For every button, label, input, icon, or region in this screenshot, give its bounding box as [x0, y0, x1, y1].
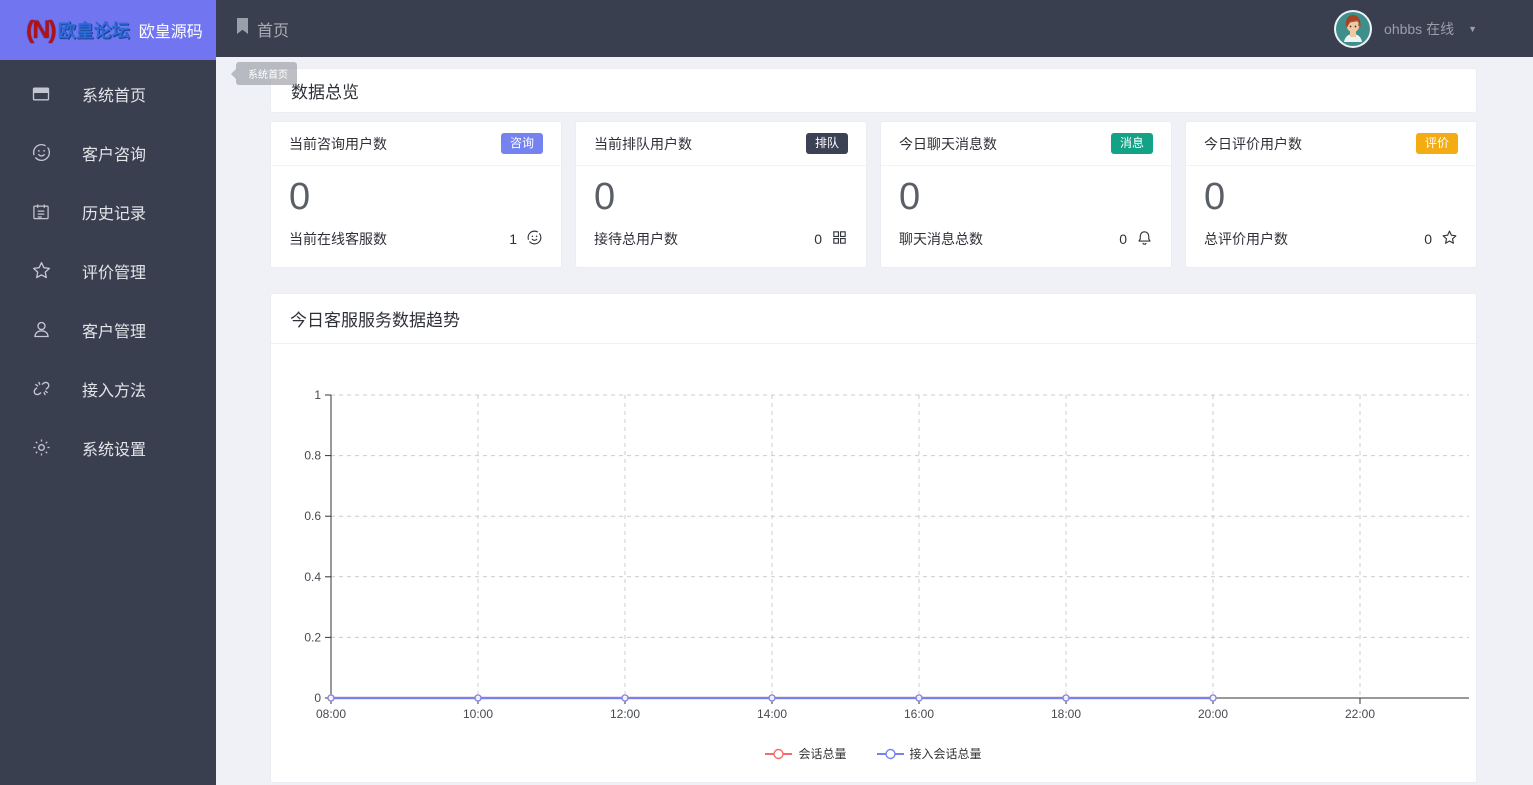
svg-text:0.6: 0.6 — [304, 509, 321, 523]
sidebar-item-label: 客户咨询 — [82, 146, 147, 164]
sidebar-item-settings[interactable]: 系统设置 — [0, 418, 216, 477]
stat-card-ratings: 今日评价用户数 评价 0 总评价用户数 0 — [1185, 121, 1477, 268]
star-icon — [30, 260, 52, 282]
svg-text:1: 1 — [314, 388, 321, 402]
user-name-status: ohbbs 在线 — [1384, 20, 1455, 37]
legend-item[interactable]: 接入会话总量 — [876, 745, 982, 762]
svg-text:0.8: 0.8 — [304, 449, 321, 463]
sidebar-item-label: 评价管理 — [82, 264, 147, 282]
gear-icon — [30, 437, 52, 459]
svg-text:18:00: 18:00 — [1051, 707, 1081, 721]
svg-text:0.4: 0.4 — [304, 570, 321, 584]
sidebar-item-label: 历史记录 — [82, 205, 147, 223]
user-menu[interactable]: ohbbs 在线 ▼ — [1334, 9, 1477, 48]
app-logo[interactable]: (N) 欧皇论坛 欧皇源码 — [0, 0, 216, 60]
stat-value: 0 — [289, 176, 311, 218]
bell-icon — [1136, 229, 1153, 249]
svg-text:0.2: 0.2 — [304, 630, 321, 644]
svg-text:12:00: 12:00 — [610, 707, 640, 721]
stat-card-title: 当前咨询用户数 — [289, 135, 387, 152]
stat-value: 0 — [594, 176, 616, 218]
smiley-icon — [526, 229, 543, 249]
avatar — [1334, 9, 1373, 48]
sidebar-item-label: 系统设置 — [82, 441, 147, 459]
notebook-icon — [30, 201, 52, 223]
svg-text:22:00: 22:00 — [1345, 707, 1375, 721]
sidebar-item-label: 系统首页 — [82, 87, 147, 105]
legend-marker-icon — [876, 748, 904, 759]
nav-home[interactable]: 首页 — [235, 17, 289, 41]
sidebar-item-history[interactable]: 历史记录 — [0, 182, 216, 241]
svg-text:14:00: 14:00 — [757, 707, 787, 721]
chart-title: 今日客服服务数据趋势 — [271, 294, 1476, 344]
svg-text:20:00: 20:00 — [1198, 707, 1228, 721]
bookmark-icon — [235, 17, 250, 40]
page-tab-tag: 系统首页 — [231, 62, 297, 85]
user-icon — [30, 319, 52, 341]
trend-chart: 0 0.2 0.4 0.6 0.8 1 08:00 10:00 12:00 14:00 16:00 1… — [304, 388, 1469, 721]
stat-card-title: 今日评价用户数 — [1204, 135, 1302, 152]
main-content: 系统首页 数据总览 当前咨询用户数 咨询 0 当前在线客服数 1 当前排队用户数… — [216, 57, 1533, 785]
legend-marker-icon — [765, 748, 793, 759]
stat-footer-value: 0 — [814, 230, 822, 247]
stat-card-consulting: 当前咨询用户数 咨询 0 当前在线客服数 1 — [270, 121, 562, 268]
sidebar-item-label: 客户管理 — [82, 323, 147, 341]
svg-text:08:00: 08:00 — [316, 707, 346, 721]
stat-cards: 当前咨询用户数 咨询 0 当前在线客服数 1 当前排队用户数 排队 0 接待总用… — [270, 121, 1477, 268]
overview-header: 数据总览 — [270, 68, 1477, 113]
svg-text:0: 0 — [314, 691, 321, 705]
chevron-down-icon: ▼ — [1468, 23, 1477, 34]
sidebar-item-customers[interactable]: 客户管理 — [0, 300, 216, 359]
stat-badge-2: 消息 — [1110, 132, 1153, 155]
stat-footer-value: 1 — [509, 230, 517, 247]
nav-home-label: 首页 — [257, 22, 290, 40]
sidebar-item-integration[interactable]: 接入方法 — [0, 359, 216, 418]
stat-card-title: 今日聊天消息数 — [899, 135, 997, 152]
top-navbar: 首页 ohbbs 在线 ▼ — [216, 0, 1533, 57]
logo-mark-icon: (N) — [26, 15, 57, 44]
team-icon — [831, 229, 848, 249]
stat-card-title: 当前排队用户数 — [594, 135, 692, 152]
link-icon — [30, 378, 52, 400]
svg-text:10:00: 10:00 — [463, 707, 493, 721]
stat-footer-label: 接待总用户数 — [594, 230, 678, 247]
stat-value: 0 — [1204, 176, 1226, 218]
sidebar-item-ratings[interactable]: 评价管理 — [0, 241, 216, 300]
logo-site-text: 欧皇源码 — [138, 24, 203, 41]
sidebar-item-consult[interactable]: 客户咨询 — [0, 123, 216, 182]
page-title: 数据总览 — [291, 83, 359, 102]
sidebar: 系统首页 客户咨询 历史记录 评价管理 客户管理 接入方法 系统设置 — [0, 60, 216, 785]
svg-text:16:00: 16:00 — [904, 707, 934, 721]
smiley-icon — [30, 142, 52, 164]
logo-forum-text: 欧皇论坛 — [57, 21, 130, 41]
stat-card-queue: 当前排队用户数 排队 0 接待总用户数 0 — [575, 121, 867, 268]
star-icon — [1441, 229, 1458, 249]
sidebar-item-label: 接入方法 — [82, 382, 147, 400]
stat-footer-value: 0 — [1424, 230, 1432, 247]
stat-card-messages: 今日聊天消息数 消息 0 聊天消息总数 0 — [880, 121, 1172, 268]
stat-badge-1: 排队 — [805, 132, 848, 155]
sidebar-item-home[interactable]: 系统首页 — [0, 64, 216, 123]
window-icon — [30, 83, 52, 105]
legend-item[interactable]: 会话总量 — [765, 745, 847, 762]
stat-footer-label: 聊天消息总数 — [899, 230, 983, 247]
stat-badge-3: 评价 — [1415, 132, 1458, 155]
stat-footer-label: 总评价用户数 — [1204, 230, 1288, 247]
stat-value: 0 — [899, 176, 921, 218]
stat-badge-0: 咨询 — [500, 132, 543, 155]
trend-chart-card: 今日客服服务数据趋势 0 0.2 0.4 0.6 0.8 1 08:00 10:00 12:00… — [270, 293, 1477, 783]
chart-legend: 会话总量 接入会话总量 — [271, 745, 1476, 762]
stat-footer-value: 0 — [1119, 230, 1127, 247]
stat-footer-label: 当前在线客服数 — [289, 230, 387, 247]
